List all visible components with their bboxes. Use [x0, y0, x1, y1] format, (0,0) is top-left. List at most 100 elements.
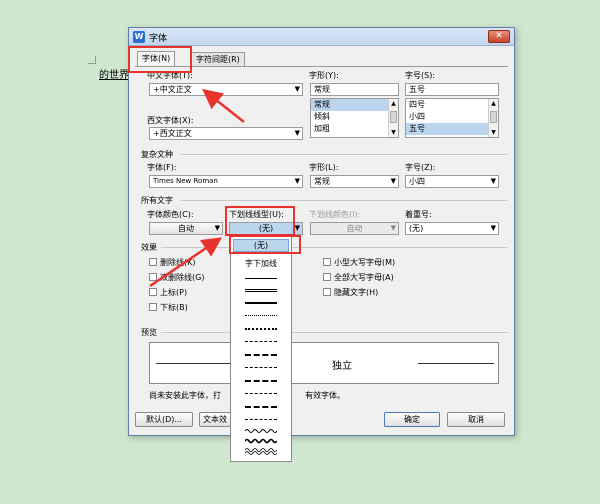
- scroll-thumb[interactable]: [490, 111, 497, 123]
- font-note-tail: 有效字体。: [305, 391, 345, 400]
- size-input[interactable]: 五号: [405, 83, 499, 96]
- chevron-down-icon: ▼: [390, 177, 396, 185]
- complex-font-label: 字体(F):: [147, 163, 177, 172]
- dropdown-item-thick-dotted[interactable]: [245, 328, 277, 330]
- chevron-down-icon: ▼: [294, 224, 300, 232]
- chevron-down-icon: ▼: [490, 224, 496, 232]
- scrollbar[interactable]: ▲ ▼: [388, 99, 398, 137]
- chevron-down-icon: ▼: [294, 177, 300, 185]
- list-item[interactable]: 常规: [311, 99, 398, 111]
- dropdown-item-dash-dot-dot[interactable]: [245, 419, 277, 420]
- underline-style-dropdown[interactable]: (无) 字下加线: [230, 236, 292, 462]
- dropdown-wave-lines[interactable]: [245, 427, 277, 459]
- complex-font-select[interactable]: Times New Roman ▼: [149, 175, 303, 188]
- underline-color-label: 下划线颜色(I):: [309, 210, 361, 219]
- small-caps-checkbox[interactable]: 小型大写字母(M): [323, 258, 395, 268]
- superscript-checkbox[interactable]: 上标(P): [149, 288, 187, 298]
- complex-size-label: 字号(Z):: [405, 163, 436, 172]
- effects-section-title: 效果: [141, 243, 157, 252]
- emphasis-mark-select[interactable]: (无) ▼: [405, 222, 499, 235]
- emphasis-mark-label: 着重号:: [405, 210, 432, 219]
- size-list[interactable]: 四号 小四 五号 ▲ ▼: [405, 98, 499, 138]
- complex-section-title: 复杂文种: [141, 150, 173, 159]
- complex-style-value: 常规: [314, 177, 330, 186]
- checkbox-label: 隐藏文字(H): [334, 288, 379, 297]
- font-color-label: 字体颜色(C):: [147, 210, 194, 219]
- chevron-down-icon: ▼: [490, 177, 496, 185]
- emphasis-mark-value: (无): [409, 224, 424, 233]
- complex-size-value: 小四: [409, 177, 425, 186]
- font-dialog: W 字体 ✕ 字体(N) 字符间距(R) 中文字体(T): +中文正文 ▼ 西文字…: [128, 27, 515, 436]
- dropdown-item-double[interactable]: [245, 289, 277, 292]
- default-button[interactable]: 默认(D)...: [135, 412, 193, 427]
- double-strikethrough-checkbox[interactable]: 双删除线(G): [149, 273, 204, 283]
- preview-baseline: [418, 363, 494, 364]
- list-item[interactable]: 加粗: [311, 123, 398, 135]
- preview-sample: 独立: [332, 361, 352, 372]
- section-divider: [161, 247, 507, 248]
- scroll-up-icon[interactable]: ▲: [389, 99, 398, 108]
- size-value: 五号: [409, 85, 425, 94]
- checkbox-box: [323, 258, 331, 266]
- complex-size-select[interactable]: 小四 ▼: [405, 175, 499, 188]
- all-text-section-title: 所有文字: [141, 196, 173, 205]
- font-not-installed-note: 尚未安装此字体，打: [149, 391, 221, 400]
- scroll-down-icon[interactable]: ▼: [489, 128, 498, 137]
- style-list[interactable]: 常规 倾斜 加粗 ▲ ▼: [310, 98, 399, 138]
- cjk-font-select[interactable]: +中文正文 ▼: [149, 83, 303, 96]
- dialog-title: 字体: [149, 34, 168, 44]
- text-effect-button[interactable]: 文本效: [199, 412, 231, 427]
- dropdown-item-word-underline[interactable]: 字下加线: [231, 258, 291, 269]
- scroll-up-icon[interactable]: ▲: [489, 99, 498, 108]
- scrollbar[interactable]: ▲ ▼: [488, 99, 498, 137]
- style-label: 字形(Y):: [309, 71, 339, 80]
- dropdown-item-thick-dash-dot[interactable]: [245, 406, 277, 408]
- ok-button[interactable]: 确定: [384, 412, 440, 427]
- size-label: 字号(S):: [405, 71, 436, 80]
- list-item[interactable]: 四号: [406, 99, 498, 111]
- close-button[interactable]: ✕: [488, 30, 510, 43]
- complex-font-value: Times New Roman: [153, 177, 218, 185]
- subscript-checkbox[interactable]: 下标(B): [149, 303, 188, 313]
- dropdown-item-single[interactable]: [245, 278, 277, 279]
- checkbox-label: 删除线(K): [160, 258, 196, 267]
- scroll-thumb[interactable]: [390, 111, 397, 123]
- list-item[interactable]: 小四: [406, 111, 498, 123]
- dropdown-item-thick-long-dashed[interactable]: [245, 380, 277, 382]
- paragraph-corner-mark: [88, 56, 96, 64]
- dropdown-item-thick[interactable]: [245, 302, 277, 304]
- cjk-font-value: +中文正文: [153, 85, 192, 94]
- chevron-down-icon: ▼: [294, 85, 300, 93]
- western-font-value: +西文正文: [153, 129, 192, 138]
- document-text: 的世界: [99, 70, 129, 81]
- western-font-select[interactable]: +西文正文 ▼: [149, 127, 303, 140]
- list-item[interactable]: 五号: [406, 123, 498, 135]
- section-divider: [181, 200, 507, 201]
- dropdown-item-thick-dashed[interactable]: [245, 354, 277, 356]
- western-font-label: 西文字体(X):: [147, 116, 194, 125]
- font-color-button[interactable]: 自动 ▼: [149, 222, 223, 235]
- checkbox-box: [149, 288, 157, 296]
- scroll-down-icon[interactable]: ▼: [389, 128, 398, 137]
- tab-character-spacing[interactable]: 字符间距(R): [191, 52, 245, 66]
- list-item[interactable]: 倾斜: [311, 111, 398, 123]
- checkbox-box: [323, 288, 331, 296]
- complex-style-label: 字形(L):: [309, 163, 339, 172]
- chevron-down-icon: ▼: [294, 129, 300, 137]
- strikethrough-checkbox[interactable]: 删除线(K): [149, 258, 196, 268]
- dropdown-item-dotted[interactable]: [245, 315, 277, 316]
- cancel-button[interactable]: 取消: [447, 412, 505, 427]
- dialog-titlebar[interactable]: W 字体 ✕: [129, 28, 514, 46]
- underline-color-select[interactable]: 自动 ▼: [310, 222, 399, 235]
- chevron-down-icon: ▼: [214, 224, 220, 232]
- style-input[interactable]: 常规: [310, 83, 399, 96]
- dropdown-item-long-dashed[interactable]: [245, 367, 277, 368]
- checkbox-box: [149, 258, 157, 266]
- checkbox-label: 小型大写字母(M): [334, 258, 396, 267]
- checkbox-box: [323, 273, 331, 281]
- all-caps-checkbox[interactable]: 全部大写字母(A): [323, 273, 394, 283]
- dropdown-item-dash-dot[interactable]: [245, 393, 277, 394]
- complex-style-select[interactable]: 常规 ▼: [310, 175, 399, 188]
- hidden-text-checkbox[interactable]: 隐藏文字(H): [323, 288, 378, 298]
- dropdown-item-dashed[interactable]: [245, 341, 277, 342]
